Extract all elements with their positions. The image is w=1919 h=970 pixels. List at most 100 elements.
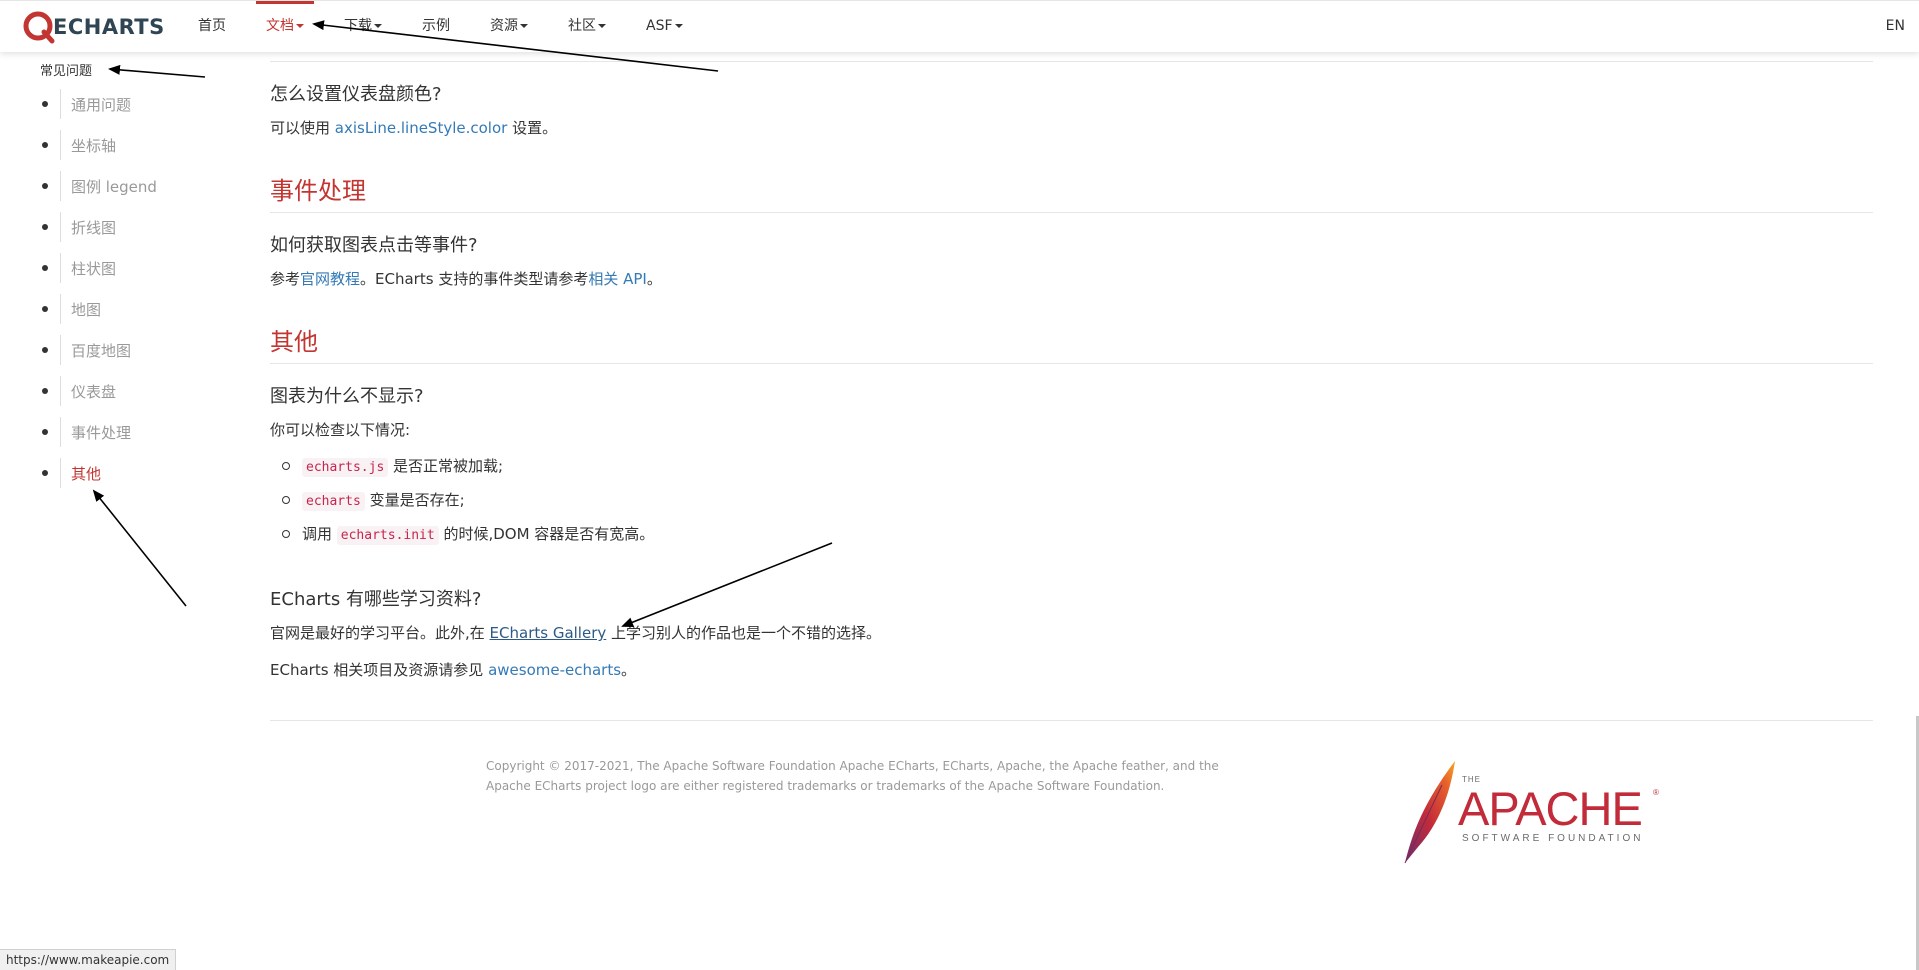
caret-down-icon <box>374 24 382 28</box>
bullet <box>42 306 48 312</box>
divider <box>60 458 61 488</box>
text: 参考 <box>270 270 301 288</box>
divider <box>60 376 61 406</box>
nav-resources-label: 资源 <box>490 18 518 34</box>
sidebar-item-legend[interactable]: 图例 legend <box>40 171 220 201</box>
list-item: echarts 变量是否存在; <box>282 489 465 511</box>
caret-down-icon <box>520 24 528 28</box>
nav-examples[interactable]: 示例 <box>422 1 450 52</box>
other-section-title: 其他 <box>270 328 318 356</box>
api-link[interactable]: 相关 API <box>588 270 647 288</box>
caret-down-icon <box>598 24 606 28</box>
sidebar-item-label: 折线图 <box>71 218 117 237</box>
sidebar-item-bar[interactable]: 柱状图 <box>40 253 220 283</box>
language-switch[interactable]: EN <box>1886 1 1905 52</box>
awesome-echarts-link[interactable]: awesome-echarts <box>488 661 621 679</box>
sidebar-item-general[interactable]: 通用问题 <box>40 89 220 119</box>
sidebar-item-label: 地图 <box>71 300 102 319</box>
code: echarts.js <box>302 458 389 477</box>
circle-bullet-icon <box>282 461 290 470</box>
events-answer: 参考官网教程。ECharts 支持的事件类型请参考相关 API。 <box>270 268 662 289</box>
nav-community[interactable]: 社区 <box>568 1 606 52</box>
sidebar-item-map[interactable]: 地图 <box>40 294 220 324</box>
top-navbar: ECHARTS 首页 文档 下载 示例 资源 社区 ASF EN <box>0 0 1919 52</box>
apache-logo[interactable]: THE APACHE ® SOFTWARE FOUNDATION <box>1400 755 1660 871</box>
text: 。 <box>646 270 662 288</box>
bullet <box>42 101 48 107</box>
circle-bullet-icon <box>282 529 290 538</box>
check-intro: 你可以检查以下情况: <box>270 421 411 439</box>
list-item: 调用 echarts.init 的时候,DOM 容器是否有宽高。 <box>282 523 655 545</box>
bullet <box>42 347 48 353</box>
bullet <box>42 470 48 476</box>
nav-download-label: 下载 <box>344 18 372 34</box>
copyright-text: Copyright © 2017-2021, The Apache Softwa… <box>486 759 1219 793</box>
caret-down-icon <box>674 24 683 28</box>
events-question: 如何获取图表点击等事件? <box>270 235 478 256</box>
sidebar-item-label: 仪表盘 <box>71 382 117 401</box>
apache-name: APACHE <box>1458 782 1643 835</box>
section-divider <box>270 363 1873 364</box>
sidebar-item-bmap[interactable]: 百度地图 <box>40 335 220 365</box>
logo-text: ECHARTS <box>53 15 165 39</box>
sidebar-item-label: 坐标轴 <box>71 136 117 155</box>
gauge-answer: 可以使用 axisLine.lineStyle.color 设置。 <box>270 117 557 138</box>
sidebar-item-label: 通用问题 <box>71 95 132 114</box>
text: 变量是否存在; <box>364 491 465 509</box>
sidebar-item-line[interactable]: 折线图 <box>40 212 220 242</box>
sidebar-item-label: 百度地图 <box>71 341 132 360</box>
text: 调用 <box>302 525 337 543</box>
nav-home-label: 首页 <box>198 18 226 34</box>
divider <box>60 294 61 324</box>
nav-home[interactable]: 首页 <box>198 1 226 52</box>
echarts-gallery-link[interactable]: ECharts Gallery <box>490 624 607 642</box>
bullet <box>42 429 48 435</box>
sidebar-item-axis[interactable]: 坐标轴 <box>40 130 220 160</box>
learning-question: ECharts 有哪些学习资料? <box>270 589 482 610</box>
text: 设置。 <box>507 119 558 137</box>
code: echarts.init <box>336 526 439 545</box>
footer-divider <box>270 720 1873 721</box>
text: 可以使用 <box>270 119 335 137</box>
learning-answer-2: ECharts 相关项目及资源请参见 awesome-echarts。 <box>270 659 636 680</box>
events-section-title: 事件处理 <box>270 177 366 205</box>
bullet <box>42 142 48 148</box>
not-showing-question: 图表为什么不显示? <box>270 386 424 407</box>
axisline-linestyle-link[interactable]: axisLine.lineStyle.color <box>335 119 508 137</box>
sidebar-item-label: 柱状图 <box>71 259 117 278</box>
tutorial-link[interactable]: 官网教程 <box>300 270 360 288</box>
text: 。 <box>621 661 637 679</box>
nav-community-label: 社区 <box>568 18 596 34</box>
text: 官网是最好的学习平台。此外,在 <box>270 624 490 642</box>
text: 上学习别人的作品也是一个不错的选择。 <box>606 624 882 642</box>
bullet <box>42 224 48 230</box>
nav-docs-label: 文档 <box>266 18 294 34</box>
nav-asf-label: ASF <box>646 18 673 34</box>
text: 。ECharts 支持的事件类型请参考 <box>360 270 589 288</box>
arrow-icon <box>108 64 206 78</box>
sidebar-item-gauge[interactable]: 仪表盘 <box>40 376 220 406</box>
nav-asf[interactable]: ASF <box>646 1 683 52</box>
bullet <box>42 265 48 271</box>
text: 是否正常被加载; <box>388 457 504 475</box>
sidebar-item-label: 事件处理 <box>71 423 132 442</box>
sidebar-item-label: 图例 legend <box>71 177 157 196</box>
sidebar-heading[interactable]: 常见问题 <box>40 60 92 79</box>
nav-download[interactable]: 下载 <box>344 1 382 52</box>
learning-answer-1: 官网是最好的学习平台。此外,在 ECharts Gallery 上学习别人的作品… <box>270 622 881 643</box>
text: 的时候,DOM 容器是否有宽高。 <box>438 525 655 543</box>
sidebar-item-other[interactable]: 其他 <box>40 458 220 488</box>
code: echarts <box>302 492 365 511</box>
registered-mark: ® <box>1653 788 1659 797</box>
sidebar-item-events[interactable]: 事件处理 <box>40 417 220 447</box>
gauge-question: 怎么设置仪表盘颜色? <box>270 84 442 105</box>
divider <box>60 171 61 201</box>
list-item: echarts.js 是否正常被加载; <box>282 455 504 477</box>
bullet <box>42 183 48 189</box>
echarts-logo[interactable]: ECHARTS <box>22 9 165 45</box>
nav-examples-label: 示例 <box>422 18 450 34</box>
arrow-icon <box>621 542 833 627</box>
nav-resources[interactable]: 资源 <box>490 1 528 52</box>
apache-sub: SOFTWARE FOUNDATION <box>1462 833 1644 844</box>
nav-docs[interactable]: 文档 <box>256 1 314 52</box>
